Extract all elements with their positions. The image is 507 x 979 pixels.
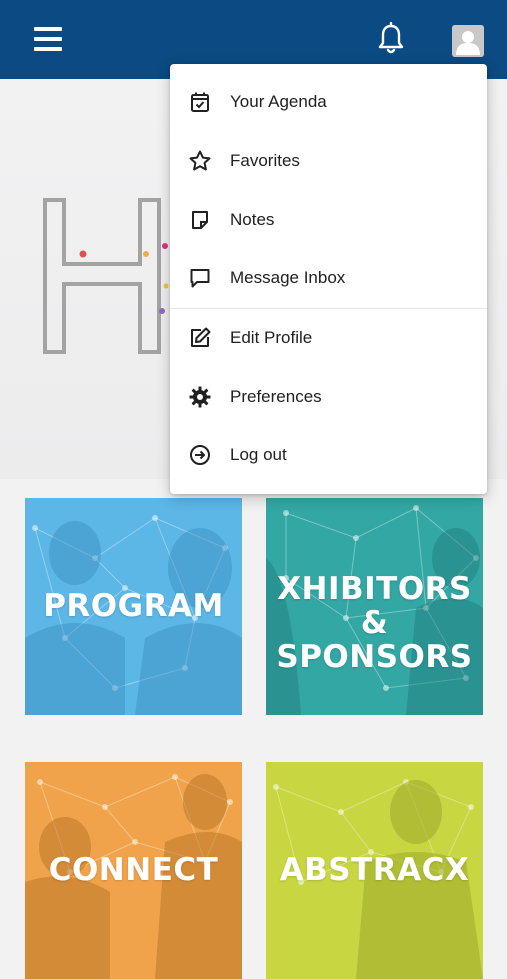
menu-item-label: Your Agenda (230, 92, 327, 111)
menu-item-label: Message Inbox (230, 268, 346, 287)
connect-tile[interactable]: CONNECT (25, 762, 242, 979)
abstracx-tile[interactable]: ABSTRACX (266, 762, 483, 979)
bell-icon[interactable] (376, 22, 406, 56)
menu-item-log-out[interactable]: Log out (170, 426, 487, 484)
logout-icon (190, 445, 210, 465)
abstracx-tile-label: ABSTRACX (279, 852, 470, 888)
menu-item-preferences[interactable]: Preferences (170, 368, 487, 426)
menu-item-favorites[interactable]: Favorites (170, 132, 487, 190)
menu-item-label: Edit Profile (230, 328, 313, 347)
program-tile[interactable]: PROGRAM (25, 498, 242, 715)
edit-icon (191, 327, 211, 347)
gear-icon (189, 386, 211, 408)
exhibitors-sponsors-tile-label: XHIBITORS & SPONSORS (276, 571, 473, 675)
user-avatar-icon[interactable] (452, 25, 484, 57)
connect-tile-label: CONNECT (48, 852, 219, 888)
menu-item-label: Log out (230, 445, 287, 464)
menu-item-notes[interactable]: Notes (170, 191, 487, 249)
hamburger-icon[interactable] (34, 27, 62, 53)
menu-item-edit-profile[interactable]: Edit Profile (170, 309, 487, 367)
menu-item-label: Favorites (230, 151, 300, 170)
star-icon (189, 150, 211, 171)
event-logo (43, 198, 169, 354)
message-icon (190, 269, 210, 288)
program-tile-label: PROGRAM (43, 588, 224, 624)
menu-item-your-agenda[interactable]: Your Agenda (170, 73, 487, 131)
menu-item-label: Notes (230, 210, 275, 229)
menu-item-message-inbox[interactable]: Message Inbox (170, 249, 487, 307)
note-icon (192, 211, 208, 229)
exhibitors-sponsors-tile[interactable]: XHIBITORS & SPONSORS (266, 498, 483, 715)
menu-item-label: Preferences (230, 387, 322, 406)
calendar-check-icon (191, 92, 209, 112)
user-dropdown-menu: Your Agenda Favorites Notes Message Inbo… (170, 64, 487, 494)
